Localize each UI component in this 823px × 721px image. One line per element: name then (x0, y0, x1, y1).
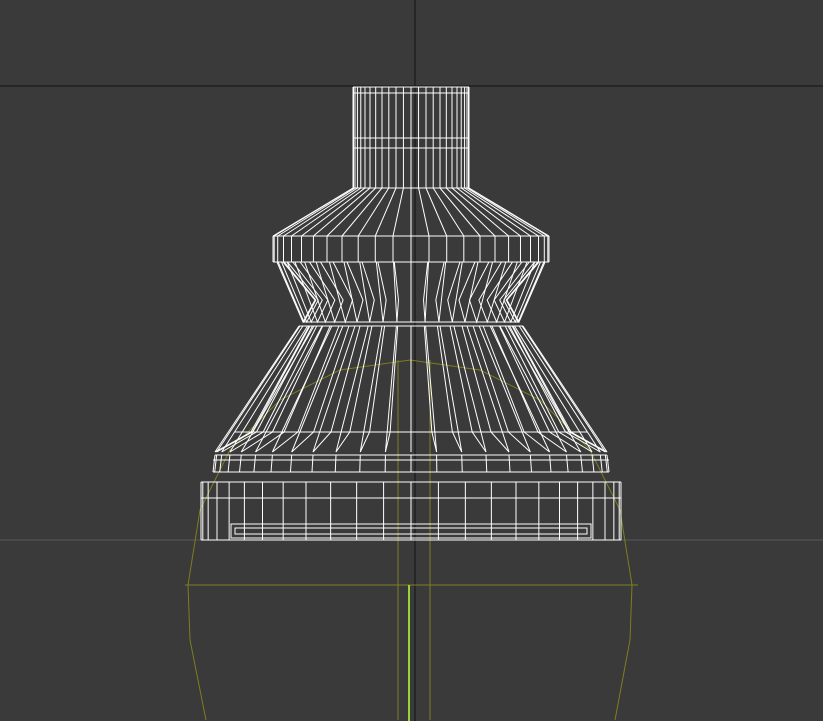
cone-edge (432, 187, 465, 237)
shade-flute (435, 261, 447, 323)
cone-edge (456, 187, 521, 237)
shade-bottom-edge (227, 454, 231, 473)
shade-bottom-edge (334, 454, 337, 473)
lamp-wireframe-mesh[interactable] (200, 86, 622, 541)
shade-flute (458, 261, 479, 323)
cone-edge (445, 187, 496, 237)
shade-bottom-edge (270, 454, 273, 473)
shade-flute (359, 261, 375, 323)
shade-bottom-edge (311, 454, 314, 473)
shade-flute (328, 261, 354, 324)
shade-bottom-edge (565, 454, 569, 473)
cone-edge (425, 187, 448, 237)
shade-flute (436, 325, 463, 453)
shade-bottom-edge (289, 454, 293, 473)
cone-edge (283, 187, 358, 237)
shade-flute (505, 261, 545, 324)
shade-flute (468, 261, 494, 324)
shade-flute (286, 261, 323, 324)
shade-flute (461, 325, 510, 453)
shade-bottom-edge (549, 454, 552, 473)
shade-bottom-edge (580, 454, 583, 473)
cone-edge (291, 187, 362, 237)
shade-bottom-edge (359, 454, 361, 473)
shade-bottom-edge (461, 454, 463, 473)
cone-edge (277, 187, 356, 237)
shade-flute (277, 261, 317, 324)
cone-edge (418, 187, 430, 237)
cone-edge (466, 187, 545, 237)
shade-bottom-edge (508, 454, 511, 473)
shade-flute (423, 261, 429, 323)
shade-bottom-edge (529, 454, 533, 473)
shade-flute (343, 261, 364, 323)
cone-edge (301, 187, 366, 237)
shade-flute (312, 325, 361, 453)
shade-flute (229, 325, 318, 453)
shade-bottom-edge (253, 454, 257, 473)
cone-edge (460, 187, 531, 237)
shade-flute (384, 325, 399, 453)
cone-edge (326, 187, 377, 237)
shade-bottom-edge (485, 454, 488, 473)
shade-flute (359, 325, 386, 453)
cone-edge (392, 187, 404, 237)
shade-flute (335, 325, 373, 453)
cone-edge (464, 187, 539, 237)
shade-bottom-edge (599, 454, 603, 473)
viewport-canvas[interactable] (0, 0, 823, 721)
cone-edge (357, 187, 390, 237)
shade-flute (393, 261, 399, 323)
cone-edge (374, 187, 397, 237)
shade-bottom-edge (239, 454, 242, 473)
shade-flute (447, 261, 463, 323)
shade-flute (449, 325, 487, 453)
3d-viewport[interactable] (0, 0, 823, 721)
shade-flute (375, 261, 387, 323)
shade-flute (499, 261, 536, 324)
